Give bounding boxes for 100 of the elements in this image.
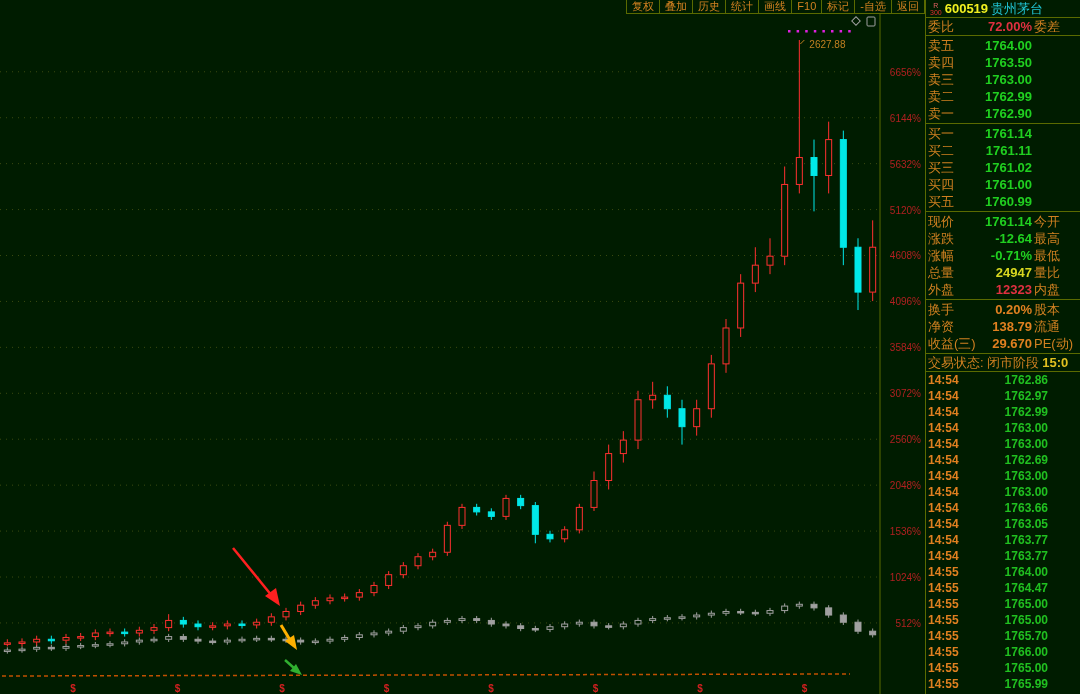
axis-label: 1536% <box>889 526 921 538</box>
row-value: 1761.11 <box>984 141 1032 160</box>
row-label: 今开 <box>1033 212 1061 231</box>
row-label: 买五 <box>928 192 955 211</box>
toolbar-button[interactable]: F10 <box>792 0 823 13</box>
tick-price: 1765.00 <box>1003 660 1048 677</box>
row-value: -12.64 <box>994 229 1032 248</box>
tick-time: 14:54 <box>928 452 960 469</box>
row-label: 最低 <box>1033 246 1061 265</box>
row-value: 1761.00 <box>984 175 1032 194</box>
row-value: 12323 <box>994 280 1032 299</box>
status-label: 交易状态: 闭市阶段 <box>928 354 1040 371</box>
dotted-line-drawing <box>788 30 851 33</box>
status-time: 15:0 <box>1042 354 1069 371</box>
date-marker: $ <box>801 683 808 694</box>
toolbar-button[interactable]: 历史 <box>693 0 727 13</box>
toolbar-button[interactable]: -自选 <box>855 0 892 13</box>
toolbar-button[interactable]: 标记 <box>822 0 856 13</box>
row-label: 卖三 <box>928 70 955 89</box>
row-label: 买四 <box>928 175 955 194</box>
tick-time: 14:54 <box>928 420 960 437</box>
row-value: -0.71% <box>989 246 1032 265</box>
tick-price: 1765.99 <box>1003 676 1048 693</box>
row-label: 买一 <box>928 124 955 143</box>
tick-price: 1763.00 <box>1003 420 1048 437</box>
row-label: 总量 <box>928 263 955 282</box>
tick-price: 1762.69 <box>1003 452 1048 469</box>
tick-time: 14:55 <box>928 660 960 677</box>
tick-price: 1764.47 <box>1003 580 1048 597</box>
date-marker: $ <box>488 683 494 694</box>
arrow-drawing <box>279 624 297 650</box>
tick-time: 14:55 <box>928 628 960 645</box>
peak-label: 2627.88 <box>799 39 846 50</box>
axis-label: 2048% <box>889 480 921 492</box>
row-label: 涨跌 <box>928 229 955 248</box>
tick-time: 14:55 <box>928 676 960 693</box>
arrow-drawing <box>232 547 280 606</box>
toolbar-button[interactable]: 返回 <box>892 0 925 13</box>
toolbar-button[interactable]: 叠加 <box>660 0 694 13</box>
row-label: 卖一 <box>928 104 955 123</box>
row-label: 股本 <box>1033 300 1061 319</box>
row-value: 1761.14 <box>984 212 1032 231</box>
row-label: 卖二 <box>928 87 955 106</box>
axis-label: 4096% <box>889 296 921 308</box>
stock-name: 贵州茅台 <box>991 0 1044 18</box>
row-label: 流通 <box>1033 317 1061 336</box>
tick-price: 1762.86 <box>1003 372 1048 389</box>
tick-price: 1763.66 <box>1003 500 1048 517</box>
toolbar-button[interactable]: 统计 <box>726 0 760 13</box>
tick-time: 14:54 <box>928 436 960 453</box>
date-marker: $ <box>174 683 181 694</box>
row-value: 1762.99 <box>984 87 1032 106</box>
axis-label: 6144% <box>889 112 921 124</box>
row-label: 净资 <box>928 317 955 336</box>
date-marker: $ <box>70 683 76 694</box>
row-value: 1760.99 <box>984 192 1032 211</box>
axis-label: 4608% <box>889 250 921 262</box>
annotation: 2627.88 <box>809 39 846 51</box>
tick-time: 14:55 <box>928 596 960 613</box>
row-value: 24947 <box>994 263 1032 282</box>
tick-price: 1763.77 <box>1003 532 1048 549</box>
tick-price: 1766.00 <box>1003 644 1048 661</box>
axis-label: 5120% <box>889 204 921 216</box>
axis-label: 2560% <box>889 434 921 446</box>
date-marker: $ <box>279 683 285 694</box>
row-value: 138.79 <box>991 317 1032 336</box>
tick-price: 1765.00 <box>1003 596 1048 613</box>
row-label: 买三 <box>928 158 955 177</box>
row-value: 1763.00 <box>984 70 1032 89</box>
row-value: 29.670 <box>991 334 1032 353</box>
row-value: 1761.14 <box>984 124 1032 143</box>
row-label: 委差 <box>1033 17 1061 36</box>
axis-label: 5632% <box>889 158 921 170</box>
axis-label: 1024% <box>889 572 921 583</box>
row-value: 1761.02 <box>984 158 1032 177</box>
row-value: 72.00% <box>986 17 1032 36</box>
tick-time: 14:54 <box>928 532 960 549</box>
tick-time: 14:54 <box>928 516 960 533</box>
date-marker: $ <box>592 683 599 694</box>
tick-time: 14:54 <box>928 372 960 389</box>
row-label: 涨幅 <box>928 246 955 265</box>
tick-price: 1765.00 <box>1003 612 1048 629</box>
toolbar-button[interactable]: 画线 <box>759 0 793 13</box>
toolbar-button[interactable]: 复权 <box>627 0 661 13</box>
tick-time: 14:54 <box>928 548 960 565</box>
row-label: 内盘 <box>1033 280 1061 299</box>
row-label: 收益(三) <box>928 334 976 353</box>
date-marker: $ <box>383 683 390 694</box>
tick-price: 1763.05 <box>1003 516 1048 533</box>
tick-time: 14:54 <box>928 388 960 405</box>
tick-price: 1763.00 <box>1003 468 1048 485</box>
tick-time: 14:54 <box>928 484 960 501</box>
tick-time: 14:55 <box>928 580 960 597</box>
row-label: 卖五 <box>928 36 955 55</box>
tick-price: 1763.00 <box>1003 436 1048 453</box>
tick-time: 14:55 <box>928 644 960 661</box>
row-label: 换手 <box>928 300 955 319</box>
tick-time: 14:54 <box>928 404 960 421</box>
axis-label: 3072% <box>889 388 921 400</box>
tick-time: 14:55 <box>928 564 960 581</box>
